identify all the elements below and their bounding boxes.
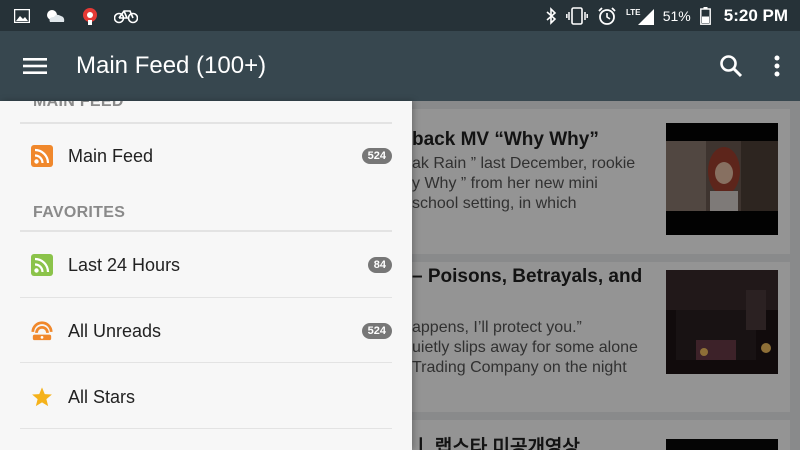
svg-text:LTE: LTE	[626, 8, 641, 17]
unread-count-badge: 524	[361, 323, 392, 339]
navigation-drawer: MAIN FEED Main Feed 524 FAVORITES Last 2…	[0, 101, 412, 450]
drawer-item-last-24-hours[interactable]: Last 24 Hours 84	[20, 233, 392, 297]
app-toolbar: Main Feed (100+)	[0, 31, 800, 101]
status-bar-left	[0, 6, 138, 26]
drawer-item-main-feed[interactable]: Main Feed 524	[20, 124, 392, 188]
vibrate-icon	[565, 6, 588, 25]
section-header-favorites: FAVORITES	[33, 204, 126, 221]
rss-green-icon	[31, 254, 53, 276]
bluetooth-icon	[545, 6, 557, 25]
battery-icon	[699, 6, 711, 25]
section-header-main-feed: MAIN FEED	[33, 101, 124, 110]
lte-icon: LTE	[626, 7, 654, 25]
drawer-item-label: Last 24 Hours	[68, 254, 181, 275]
toolbar-title: Main Feed (100+)	[76, 52, 267, 79]
status-bar: LTE 51% 5:20 PM	[0, 0, 800, 31]
search-icon[interactable]	[708, 31, 754, 101]
drawer-item-all-stars[interactable]: All Stars	[20, 365, 392, 429]
rss-icon	[31, 145, 53, 167]
weather-icon	[44, 8, 66, 24]
divider	[20, 230, 392, 232]
divider	[20, 362, 392, 363]
unread-feed-icon	[31, 320, 53, 342]
status-bar-right: LTE 51% 5:20 PM	[545, 6, 800, 26]
drawer-item-label: Main Feed	[68, 145, 154, 166]
divider	[20, 297, 392, 298]
unread-count-badge: 84	[367, 257, 392, 273]
star-icon	[31, 386, 53, 408]
status-time: 5:20 PM	[723, 5, 788, 25]
battery-percent: 51%	[662, 7, 691, 24]
more-vert-icon[interactable]	[754, 31, 800, 101]
bike-icon	[114, 8, 138, 24]
drawer-item-all-unreads[interactable]: All Unreads 524	[20, 299, 392, 363]
drawer-item-label: All Unreads	[68, 320, 162, 341]
alarm-icon	[597, 6, 617, 26]
drawer-item-label: All Stars	[68, 386, 136, 407]
hamburger-icon[interactable]	[0, 31, 70, 101]
divider	[20, 428, 392, 429]
image-icon	[14, 8, 30, 23]
app-icon	[80, 6, 100, 26]
unread-count-badge: 524	[361, 148, 392, 164]
